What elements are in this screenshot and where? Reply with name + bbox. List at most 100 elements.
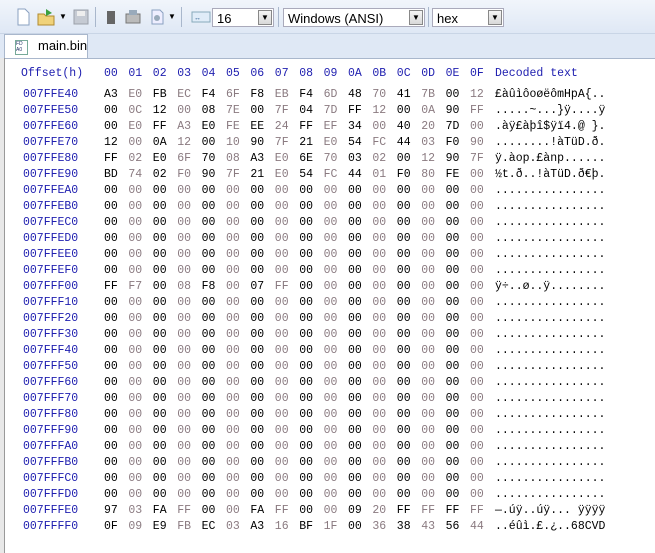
hex-byte[interactable]: 00 <box>275 296 295 309</box>
hex-byte[interactable]: 03 <box>348 152 368 165</box>
hex-byte[interactable]: 00 <box>275 216 295 229</box>
hex-byte[interactable]: 00 <box>202 488 222 501</box>
hex-byte[interactable]: 00 <box>446 184 466 197</box>
hex-byte[interactable]: 00 <box>299 200 319 213</box>
hex-byte[interactable]: BF <box>299 520 319 533</box>
hex-byte[interactable]: 00 <box>470 184 490 197</box>
hex-byte[interactable]: E9 <box>153 520 173 533</box>
hex-byte[interactable]: 00 <box>275 488 295 501</box>
hex-byte[interactable]: 00 <box>348 296 368 309</box>
hex-byte[interactable]: 7F <box>275 136 295 149</box>
hex-byte[interactable]: 00 <box>372 440 392 453</box>
hex-byte[interactable]: 00 <box>153 328 173 341</box>
hex-byte[interactable]: 00 <box>324 360 344 373</box>
hex-byte[interactable]: 0C <box>128 104 148 117</box>
hex-byte[interactable]: FF <box>446 504 466 517</box>
hex-byte[interactable]: 00 <box>470 424 490 437</box>
hex-byte[interactable]: 00 <box>128 264 148 277</box>
hex-byte[interactable]: 00 <box>299 408 319 421</box>
disk-icon[interactable] <box>124 8 142 26</box>
decoded-text[interactable]: ................ <box>495 472 605 485</box>
hex-byte[interactable]: FF <box>470 504 490 517</box>
hex-byte[interactable]: 00 <box>372 280 392 293</box>
hex-byte[interactable]: 00 <box>421 216 441 229</box>
hex-byte[interactable]: 00 <box>421 328 441 341</box>
hex-byte[interactable]: 00 <box>250 296 270 309</box>
hex-byte[interactable]: 00 <box>275 360 295 373</box>
hex-byte[interactable]: 00 <box>250 488 270 501</box>
hex-byte[interactable]: 00 <box>470 408 490 421</box>
hex-byte[interactable]: 00 <box>446 248 466 261</box>
hex-byte[interactable]: 00 <box>299 280 319 293</box>
hex-byte[interactable]: 00 <box>275 472 295 485</box>
hex-byte[interactable]: 00 <box>128 312 148 325</box>
hex-byte[interactable]: 00 <box>397 456 417 469</box>
hex-byte[interactable]: FA <box>250 504 270 517</box>
hex-byte[interactable]: 00 <box>397 424 417 437</box>
hex-byte[interactable]: 00 <box>348 424 368 437</box>
hex-byte[interactable]: 34 <box>348 120 368 133</box>
hex-byte[interactable]: 00 <box>324 328 344 341</box>
hex-byte[interactable]: 00 <box>275 344 295 357</box>
hex-byte[interactable]: 00 <box>397 104 417 117</box>
hex-byte[interactable]: BD <box>104 168 124 181</box>
hex-byte[interactable]: 00 <box>299 216 319 229</box>
hex-byte[interactable]: 00 <box>226 312 246 325</box>
hex-byte[interactable]: 00 <box>421 264 441 277</box>
hex-byte[interactable]: 00 <box>348 520 368 533</box>
hex-byte[interactable]: 48 <box>348 88 368 101</box>
hex-byte[interactable]: 54 <box>348 136 368 149</box>
hex-byte[interactable]: 00 <box>153 312 173 325</box>
hex-byte[interactable]: FE <box>446 168 466 181</box>
hex-byte[interactable]: 00 <box>128 248 148 261</box>
hex-byte[interactable]: 00 <box>372 376 392 389</box>
hex-byte[interactable]: E0 <box>275 152 295 165</box>
hex-byte[interactable]: 00 <box>470 312 490 325</box>
decoded-text[interactable]: ½t.ð..!àTüD.ð€þ. <box>495 168 605 181</box>
decoded-text[interactable]: ........!àTüD.ð. <box>495 136 605 149</box>
hex-byte[interactable]: 00 <box>324 200 344 213</box>
hex-byte[interactable]: 00 <box>299 312 319 325</box>
hex-byte[interactable]: 01 <box>372 168 392 181</box>
hex-byte[interactable]: 00 <box>226 360 246 373</box>
hex-byte[interactable]: 00 <box>470 456 490 469</box>
hex-byte[interactable]: 00 <box>348 472 368 485</box>
hex-byte[interactable]: 00 <box>421 344 441 357</box>
hex-byte[interactable]: 03 <box>421 136 441 149</box>
decoded-text[interactable]: ................ <box>495 232 605 245</box>
hex-byte[interactable]: 00 <box>250 440 270 453</box>
hex-byte[interactable]: 00 <box>104 328 124 341</box>
hex-byte[interactable]: 0A <box>421 104 441 117</box>
hex-byte[interactable]: 00 <box>421 456 441 469</box>
hex-byte[interactable]: 12 <box>470 88 490 101</box>
hex-byte[interactable]: 00 <box>226 408 246 421</box>
hex-byte[interactable]: 00 <box>299 376 319 389</box>
open-dropdown-arrow[interactable]: ▼ <box>59 8 69 26</box>
decoded-text[interactable]: ................ <box>495 408 605 421</box>
hex-byte[interactable]: 00 <box>348 408 368 421</box>
hex-byte[interactable]: 00 <box>250 264 270 277</box>
hex-byte[interactable]: 00 <box>372 264 392 277</box>
hex-byte[interactable]: 08 <box>177 280 197 293</box>
hex-byte[interactable]: 21 <box>250 168 270 181</box>
hex-byte[interactable]: 70 <box>324 152 344 165</box>
hex-byte[interactable]: 00 <box>226 488 246 501</box>
hex-byte[interactable]: 00 <box>128 456 148 469</box>
hex-byte[interactable]: FC <box>324 168 344 181</box>
hex-byte[interactable]: 00 <box>421 248 441 261</box>
hex-byte[interactable]: 00 <box>446 264 466 277</box>
hex-byte[interactable]: 00 <box>470 280 490 293</box>
hex-byte[interactable]: 00 <box>226 440 246 453</box>
hex-byte[interactable]: 00 <box>446 328 466 341</box>
hex-byte[interactable]: 00 <box>250 376 270 389</box>
hex-byte[interactable]: 00 <box>372 232 392 245</box>
hex-byte[interactable]: FC <box>372 136 392 149</box>
hex-byte[interactable]: 00 <box>348 328 368 341</box>
hex-byte[interactable]: 00 <box>104 408 124 421</box>
hex-byte[interactable]: FE <box>226 120 246 133</box>
hex-byte[interactable]: 00 <box>324 440 344 453</box>
hex-byte[interactable]: 00 <box>153 184 173 197</box>
decoded-text[interactable]: ................ <box>495 296 605 309</box>
hex-byte[interactable]: 00 <box>177 184 197 197</box>
hex-byte[interactable]: 00 <box>226 456 246 469</box>
